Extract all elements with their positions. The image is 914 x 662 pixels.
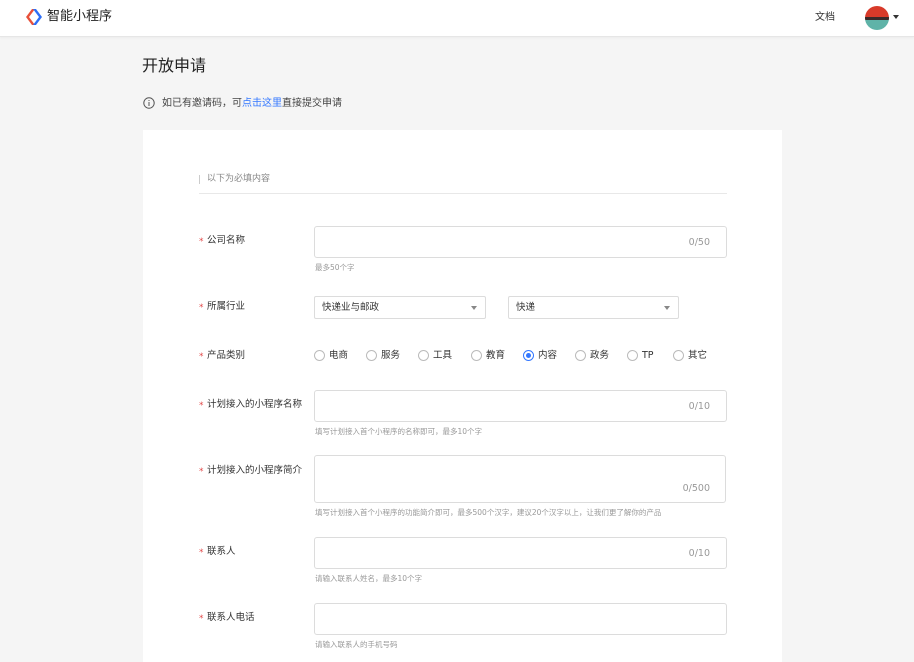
avatar[interactable] <box>865 6 889 30</box>
info-icon <box>143 97 155 109</box>
mini-program-intro-label: 计划接入的小程序简介 <box>207 465 303 476</box>
radio-icon[interactable] <box>575 350 586 361</box>
contact-label: 联系人 <box>207 546 236 557</box>
radio-icon[interactable] <box>627 350 638 361</box>
radio-label: 政务 <box>590 350 610 361</box>
company-name-input[interactable]: 0/50 <box>314 226 727 258</box>
required-mark: * <box>199 237 204 247</box>
notice-text-suffix: 直接提交申请 <box>282 98 342 109</box>
notice-text-prefix: 如已有邀请码，可 <box>162 98 242 109</box>
required-mark: * <box>199 614 204 624</box>
radio-icon[interactable] <box>471 350 482 361</box>
company-name-hint: 最多50个字 <box>315 263 355 272</box>
click-here-link[interactable]: 点击这里 <box>242 98 282 109</box>
contact-phone-input[interactable] <box>314 603 727 635</box>
radio-label: 教育 <box>486 350 506 361</box>
industry-secondary-select[interactable]: 快递 <box>508 296 679 319</box>
industry-label: 所属行业 <box>207 301 246 312</box>
contact-phone-hint: 请输入联系人的手机号码 <box>315 640 398 649</box>
avatar-image-icon <box>865 6 889 30</box>
required-mark: * <box>199 467 204 477</box>
radio-icon[interactable] <box>314 350 325 361</box>
section-marker <box>199 175 200 184</box>
app-name[interactable]: 智能小程序 <box>47 9 112 25</box>
contact-name-input[interactable]: 0/10 <box>314 537 727 569</box>
radio-label: 电商 <box>329 350 349 361</box>
section-divider <box>199 193 727 194</box>
required-mark: * <box>199 548 204 558</box>
radio-label: TP <box>642 350 654 361</box>
contact-name-counter: 0/10 <box>688 548 710 559</box>
mini-program-name-label: 计划接入的小程序名称 <box>207 399 303 410</box>
product-type-label: 产品类别 <box>207 350 246 361</box>
contact-name-hint: 请输入联系人姓名，最多10个字 <box>315 574 423 583</box>
page-title: 开放申请 <box>142 56 207 75</box>
radio-label: 内容 <box>538 350 558 361</box>
mini-program-name-hint: 填写计划接入首个小程序的名称即可，最多10个字 <box>315 427 483 436</box>
section-title: 以下为必填内容 <box>207 174 271 184</box>
required-mark: * <box>199 401 204 411</box>
mini-program-name-counter: 0/10 <box>688 401 710 412</box>
company-name-counter: 0/50 <box>688 237 710 248</box>
top-bar: 智能小程序 文档 <box>0 0 914 37</box>
chevron-down-icon <box>471 306 477 310</box>
smart-mini-program-logo-icon[interactable] <box>25 8 43 26</box>
radio-label: 其它 <box>688 350 708 361</box>
docs-link[interactable]: 文档 <box>815 11 835 24</box>
chevron-down-icon[interactable] <box>893 15 899 19</box>
radio-icon[interactable] <box>366 350 377 361</box>
radio-icon[interactable] <box>418 350 429 361</box>
required-mark: * <box>199 303 204 313</box>
company-name-label: 公司名称 <box>207 235 246 246</box>
radio-label: 工具 <box>433 350 453 361</box>
industry-primary-select[interactable]: 快递业与邮政 <box>314 296 486 319</box>
mini-program-intro-counter: 0/500 <box>682 483 710 494</box>
chevron-down-icon <box>664 306 670 310</box>
radio-checked-icon[interactable] <box>523 350 534 361</box>
mini-program-intro-hint: 填写计划接入首个小程序的功能简介即可，最多500个汉字，建议20个汉字以上，让我… <box>315 508 662 517</box>
mini-program-name-input[interactable]: 0/10 <box>314 390 727 422</box>
radio-label: 服务 <box>381 350 401 361</box>
industry-secondary-value: 快递 <box>516 302 536 313</box>
radio-icon[interactable] <box>673 350 684 361</box>
mini-program-intro-textarea[interactable]: 0/500 <box>314 455 726 503</box>
required-mark: * <box>199 352 204 362</box>
industry-primary-value: 快递业与邮政 <box>322 302 380 313</box>
contact-phone-label: 联系人电话 <box>207 612 255 623</box>
